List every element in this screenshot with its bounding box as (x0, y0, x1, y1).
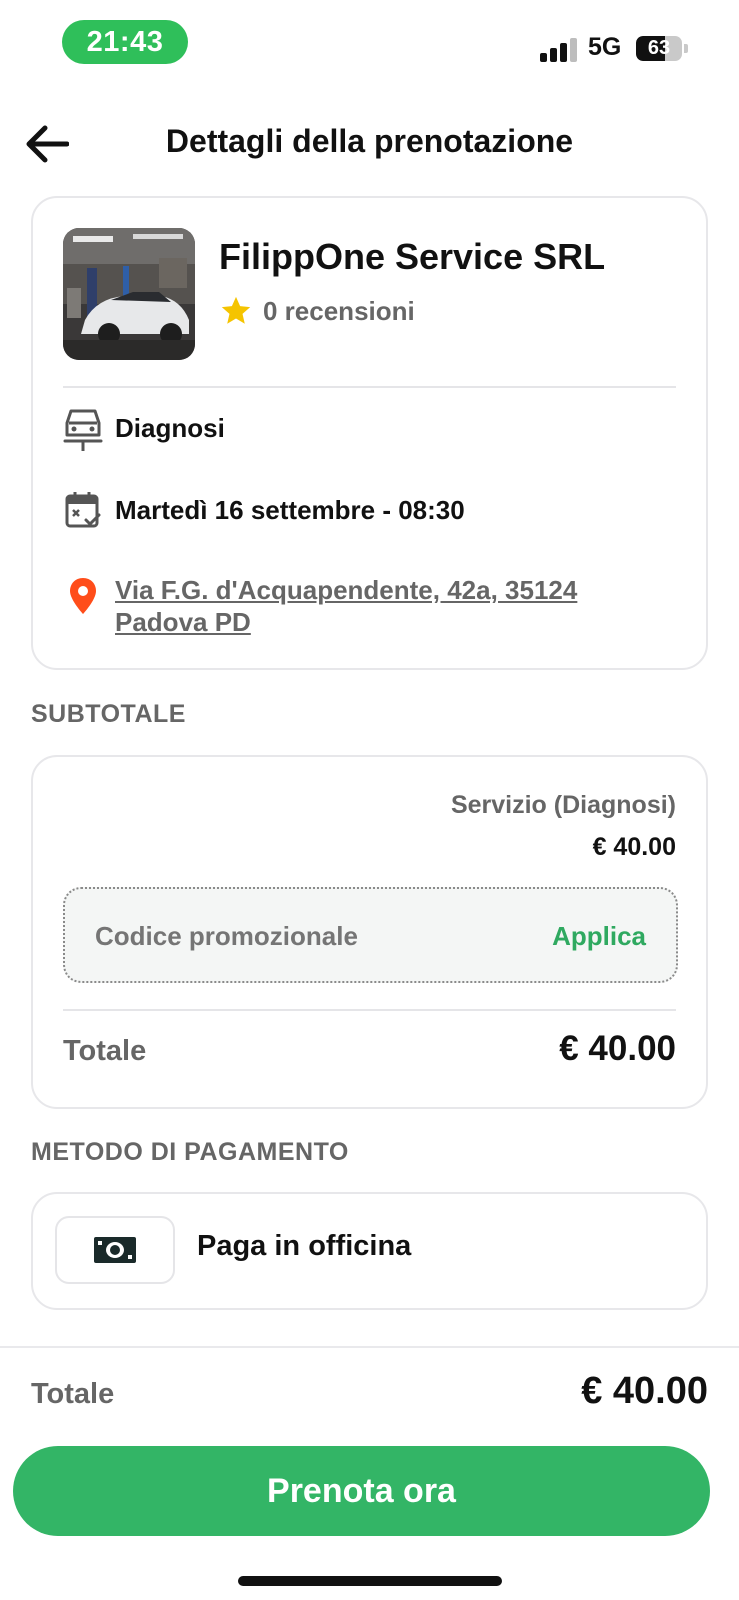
promo-code-input[interactable] (95, 921, 495, 952)
shop-photo (63, 228, 195, 360)
subtotal-total-value: € 40.00 (559, 1029, 676, 1068)
status-bar: 21:43 5G 63 (0, 0, 739, 90)
subtotal-section-label: SUBTOTALE (31, 700, 186, 728)
subtotal-total-label: Totale (63, 1035, 147, 1067)
star-icon (221, 296, 251, 324)
shop-address-link[interactable]: Via F.G. d'Acquapendente, 42a, 35124 Pad… (115, 574, 635, 638)
signal-icon (540, 36, 578, 62)
payment-section-label: METODO DI PAGAMENTO (31, 1138, 349, 1166)
battery-icon: 63 (636, 36, 682, 61)
address-row[interactable]: Via F.G. d'Acquapendente, 42a, 35124 Pad… (63, 574, 635, 638)
service-name: Diagnosi (115, 413, 225, 443)
payment-method-option[interactable]: Paga in officina (31, 1192, 708, 1310)
booking-summary-card: FilippOne Service SRL 0 recensioni Diagn… (31, 196, 708, 670)
calendar-icon (63, 488, 103, 532)
book-now-button[interactable]: Prenota ora (13, 1446, 710, 1536)
header: Dettagli della prenotazione (0, 105, 739, 181)
divider (63, 1009, 676, 1011)
car-service-icon (63, 406, 103, 451)
subtotal-card: Servizio (Diagnosi) € 40.00 Applica Tota… (31, 755, 708, 1109)
shop-name[interactable]: FilippOne Service SRL (219, 236, 605, 278)
apply-promo-button[interactable]: Applica (552, 921, 646, 952)
review-count: 0 recensioni (263, 295, 415, 326)
battery-percentage: 63 (647, 37, 671, 59)
service-line-label: Servizio (Diagnosi) (450, 791, 676, 819)
divider (63, 386, 676, 388)
battery-tip (684, 44, 688, 53)
pay-icon-box (55, 1216, 175, 1284)
back-button[interactable] (22, 119, 72, 169)
shop-rating[interactable]: 0 recensioni (219, 294, 415, 328)
home-indicator[interactable] (238, 1576, 502, 1586)
service-line-price: € 40.00 (592, 833, 676, 861)
network-type: 5G (588, 33, 622, 61)
arrow-left-icon (26, 125, 69, 163)
footer-total-label: Totale (31, 1378, 115, 1410)
booking-datetime: Martedì 16 settembre - 08:30 (115, 495, 465, 525)
service-row: Diagnosi (63, 406, 225, 451)
datetime-row: Martedì 16 settembre - 08:30 (63, 488, 465, 532)
checkout-footer: Totale € 40.00 Prenota ora (0, 1346, 739, 1600)
page-title: Dettagli della prenotazione (165, 123, 574, 159)
promo-code-box: Applica (63, 887, 678, 983)
cash-icon (94, 1237, 136, 1263)
payment-method-label: Paga in officina (197, 1230, 412, 1262)
location-pin-icon (63, 574, 103, 618)
status-time: 21:43 (62, 20, 188, 64)
footer-total-value: € 40.00 (581, 1370, 708, 1412)
